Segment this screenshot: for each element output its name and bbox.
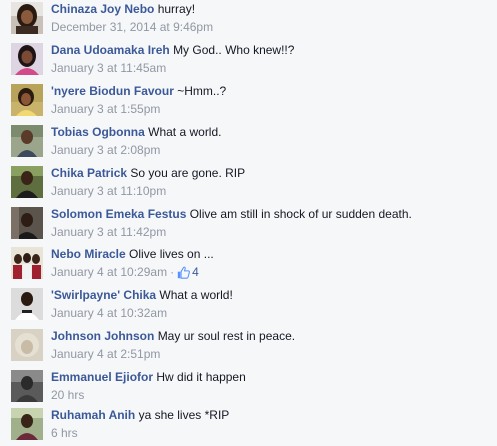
avatar[interactable]: [11, 166, 43, 198]
comment-author-link[interactable]: Chika Patrick: [51, 166, 127, 180]
comment-item: Solomon Emeka Festus Olive am still in s…: [0, 207, 497, 248]
comment-timestamp[interactable]: January 3 at 1:55pm: [51, 102, 160, 116]
avatar[interactable]: [11, 207, 43, 239]
comment-item: Ruhamah Anih ya she lives *RIP 6 hrs: [0, 408, 497, 446]
avatar[interactable]: [11, 329, 43, 361]
comment-item: Emmanuel Ejiofor Hw did it happen 20 hrs: [0, 370, 497, 411]
thumbs-up-icon: [177, 266, 191, 279]
comment-text: ya she lives *RIP: [138, 408, 230, 422]
comment-text: What a world.: [148, 125, 222, 139]
comment-text: ~Hmm..?: [177, 84, 227, 98]
comment-author-link[interactable]: Ruhamah Anih: [51, 408, 135, 422]
comment-item: 'nyere Biodun Favour ~Hmm..? January 3 a…: [0, 84, 497, 125]
comment-text: So you are gone. RIP: [130, 166, 246, 180]
comment-item: Chika Patrick So you are gone. RIP Janua…: [0, 166, 497, 207]
avatar[interactable]: [11, 43, 43, 75]
comment-author-link[interactable]: Nebo Miracle: [51, 247, 126, 261]
comment-item: Tobias Ogbonna What a world. January 3 a…: [0, 125, 497, 166]
comment-item: 'Swirlpayne' Chika What a world! January…: [0, 288, 497, 329]
comment-item: Chinaza Joy Nebo hurray! December 31, 20…: [0, 2, 497, 43]
comment-author-link[interactable]: Solomon Emeka Festus: [51, 207, 186, 221]
comment-author-link[interactable]: Chinaza Joy Nebo: [51, 2, 154, 16]
likes-count: 4: [192, 265, 199, 279]
comment-item: Nebo Miracle Olive lives on ... January …: [0, 247, 497, 288]
avatar[interactable]: [11, 2, 43, 34]
comment-text: What a world!: [159, 288, 233, 302]
avatar[interactable]: [11, 288, 43, 320]
separator-dot: ·: [170, 265, 175, 279]
comment-timestamp[interactable]: January 3 at 2:08pm: [51, 143, 160, 157]
comment-text: Hw did it happen: [156, 370, 246, 384]
comment-timestamp[interactable]: January 4 at 10:29am: [51, 265, 167, 279]
comment-timestamp[interactable]: January 3 at 11:42pm: [51, 225, 166, 239]
comment-item: Johnson Johnson May ur soul rest in peac…: [0, 329, 497, 370]
avatar[interactable]: [11, 247, 43, 279]
comment-author-link[interactable]: 'Swirlpayne' Chika: [51, 288, 156, 302]
comment-author-link[interactable]: Johnson Johnson: [51, 329, 154, 343]
comment-author-link[interactable]: 'nyere Biodun Favour: [51, 84, 174, 98]
comment-author-link[interactable]: Tobias Ogbonna: [51, 125, 145, 139]
comment-timestamp[interactable]: December 31, 2014 at 9:46pm: [51, 20, 213, 34]
avatar[interactable]: [11, 84, 43, 116]
comment-text: Olive am still in shock of ur sudden dea…: [189, 207, 412, 221]
comment-timestamp[interactable]: January 3 at 11:45am: [51, 61, 166, 75]
comment-text: My God.. Who knew!!?: [173, 43, 295, 57]
comment-timestamp[interactable]: 20 hrs: [51, 388, 84, 402]
comment-timestamp[interactable]: January 4 at 2:51pm: [51, 347, 160, 361]
likes-count-link[interactable]: 4: [177, 263, 199, 281]
avatar[interactable]: [11, 370, 43, 402]
comment-author-link[interactable]: Emmanuel Ejiofor: [51, 370, 153, 384]
avatar[interactable]: [11, 125, 43, 157]
comment-text: Olive lives on ...: [129, 247, 214, 261]
comment-text: hurray!: [157, 2, 196, 16]
comment-text: May ur soul rest in peace.: [157, 329, 296, 343]
comment-timestamp[interactable]: January 4 at 10:32am: [51, 306, 167, 320]
avatar[interactable]: [11, 408, 43, 440]
comment-timestamp[interactable]: January 3 at 11:10pm: [51, 184, 166, 198]
comment-list: Chinaza Joy Nebo hurray! December 31, 20…: [0, 0, 497, 446]
comment-author-link[interactable]: Dana Udoamaka Ireh: [51, 43, 170, 57]
comment-timestamp[interactable]: 6 hrs: [51, 426, 78, 440]
comment-item: Dana Udoamaka Ireh My God.. Who knew!!? …: [0, 43, 497, 84]
